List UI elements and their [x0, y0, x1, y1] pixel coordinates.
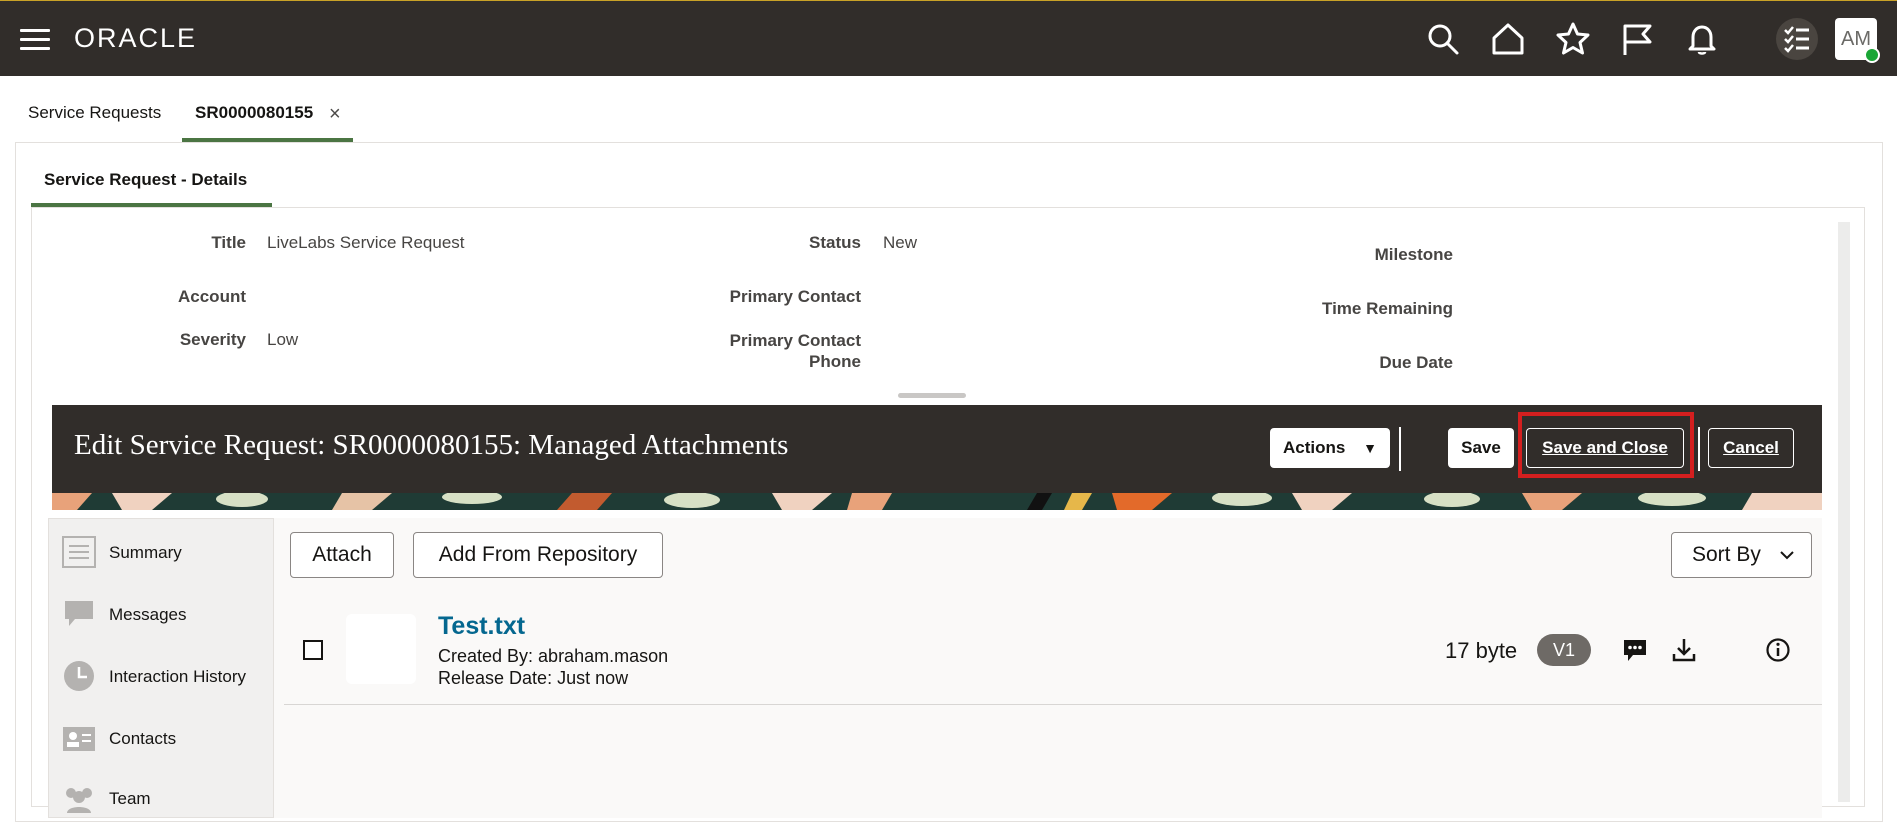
- nav-label-interaction-history: Interaction History: [109, 667, 246, 686]
- sort-by-label: Sort By: [1692, 543, 1761, 566]
- attach-button[interactable]: Attach: [290, 532, 394, 578]
- save-and-close-highlight: [1518, 412, 1694, 478]
- notifications-bell-icon[interactable]: [1684, 21, 1720, 57]
- tab-service-requests[interactable]: Service Requests: [28, 103, 161, 123]
- status-value: New: [883, 233, 918, 252]
- account-label: Account: [178, 287, 246, 306]
- primary-contact-label: Primary Contact: [729, 287, 861, 306]
- attachment-file-link[interactable]: Test.txt: [438, 612, 525, 641]
- team-icon: [61, 781, 97, 815]
- clock-icon: [61, 659, 97, 693]
- attachment-created-by: Created By: abraham.mason: [438, 646, 669, 666]
- attachments-content: Attach Add From Repository Sort By Test.…: [274, 518, 1822, 818]
- subtab-service-request-details[interactable]: Service Request - Details: [44, 170, 247, 190]
- home-icon[interactable]: [1490, 21, 1526, 57]
- panel-resize-handle[interactable]: [898, 393, 966, 398]
- row-divider: [284, 704, 1822, 705]
- caret-down-icon: ▼: [1363, 440, 1377, 456]
- add-from-repository-button[interactable]: Add From Repository: [413, 532, 663, 578]
- search-icon[interactable]: [1425, 21, 1461, 57]
- file-thumbnail: [346, 614, 416, 684]
- nav-item-interaction-history[interactable]: Interaction History: [61, 659, 271, 695]
- nav-item-summary[interactable]: Summary: [61, 535, 271, 571]
- title-value: LiveLabs Service Request: [267, 233, 465, 252]
- decorative-banner: [52, 493, 1822, 510]
- vertical-scrollbar[interactable]: [1838, 222, 1850, 802]
- cancel-button[interactable]: Cancel: [1708, 428, 1794, 468]
- attachment-select-checkbox[interactable]: [303, 640, 323, 660]
- nav-label-contacts: Contacts: [109, 729, 177, 748]
- time-remaining-label: Time Remaining: [1322, 299, 1453, 318]
- toolbar-separator: [1399, 427, 1401, 471]
- severity-label: Severity: [179, 330, 246, 349]
- close-tab-icon[interactable]: ×: [329, 103, 341, 126]
- messages-icon: [61, 597, 97, 631]
- side-navigation: Summary Messages Interaction History Con…: [48, 518, 274, 818]
- nav-label-messages: Messages: [109, 605, 187, 624]
- title-label: Title: [211, 233, 246, 252]
- version-badge[interactable]: V1: [1537, 634, 1591, 666]
- nav-item-contacts[interactable]: Contacts: [61, 721, 271, 757]
- flag-icon[interactable]: [1619, 21, 1655, 57]
- comments-icon[interactable]: [1621, 636, 1649, 664]
- menu-icon[interactable]: [20, 29, 50, 50]
- download-icon[interactable]: [1670, 636, 1698, 664]
- info-icon[interactable]: [1764, 636, 1792, 664]
- contact-card-icon: [61, 721, 97, 755]
- status-label: Status: [809, 233, 861, 252]
- chevron-down-icon: [1779, 533, 1795, 577]
- oracle-logo: ORACLE: [74, 23, 198, 53]
- user-avatar[interactable]: AM: [1835, 18, 1880, 63]
- due-date-label: Due Date: [1379, 353, 1453, 372]
- favorites-star-icon[interactable]: [1555, 21, 1591, 57]
- save-button[interactable]: Save: [1448, 428, 1514, 468]
- nav-label-summary: Summary: [109, 543, 182, 562]
- summary-list-icon: [61, 535, 97, 569]
- tab-sr0000080155[interactable]: SR0000080155: [195, 103, 313, 123]
- actions-menu-button[interactable]: Actions ▼: [1270, 428, 1390, 468]
- primary-contact-phone-label: Primary Contact Phone: [729, 331, 861, 371]
- nav-item-team[interactable]: Team: [61, 781, 271, 817]
- attachment-release-date: Release Date: Just now: [438, 668, 629, 688]
- toolbar-separator: [1698, 427, 1700, 471]
- nav-item-messages[interactable]: Messages: [61, 597, 271, 633]
- presence-status-dot: [1864, 47, 1880, 63]
- actions-label: Actions: [1283, 438, 1346, 457]
- sort-by-button[interactable]: Sort By: [1671, 532, 1812, 578]
- dialog-title: Edit Service Request: SR0000080155: Mana…: [74, 429, 789, 461]
- severity-value: Low: [267, 330, 299, 349]
- global-header: ORACLE AM: [0, 0, 1897, 76]
- attachment-size: 17 byte: [1445, 638, 1518, 663]
- avatar-initials: AM: [1841, 28, 1871, 50]
- tasks-icon[interactable]: [1776, 18, 1818, 60]
- milestone-label: Milestone: [1374, 245, 1453, 264]
- nav-label-team: Team: [109, 789, 151, 808]
